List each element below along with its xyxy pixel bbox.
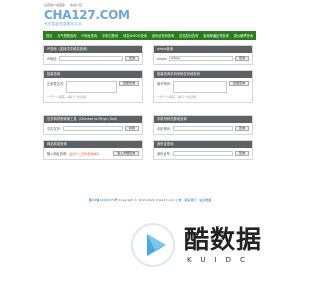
topbar-right-link[interactable]: 本站介绍 [70, 3, 82, 7]
batch-hint: 一行一个填写，每行一条记录 [47, 95, 87, 99]
idcard-query-button[interactable]: 查询 [234, 151, 249, 156]
footer: 蜀ICP备12003372号 Copyright © 2013-2021 Cha… [0, 198, 300, 202]
panel-title: 身份证查询 [154, 141, 252, 148]
topbar-left-link[interactable]: 设置客户收藏库 [44, 3, 65, 7]
site-index-label: 输入网址查询: [47, 152, 68, 156]
footer-copyright: Copyright © 2013-2021 Cha127.com [118, 198, 175, 202]
pinyin-convert-button[interactable]: 转换 [124, 126, 139, 131]
nav-item-weather[interactable]: 天气预报查询 [57, 33, 76, 38]
site-index-note: 最近十二月内查询排序 [69, 151, 100, 156]
phone-batch-button[interactable]: 批量查询 [228, 81, 249, 86]
watermark: 酷数据 KUIDC [130, 222, 262, 268]
whois-label: whois: [157, 56, 168, 61]
mobile-query-button[interactable]: 查询 [234, 126, 249, 131]
whois-query-panel: whois查询 whois: whois 查询 [153, 45, 253, 65]
mobile-input[interactable] [172, 126, 233, 131]
batch-textarea[interactable] [66, 81, 117, 93]
panel-title: 手机号码归属地查询 [154, 116, 252, 123]
site-index-panel: 网站收录查询 输入网址查询: 最近十二月内查询排序 进入详细查询 [43, 140, 143, 160]
panel-title: 批量查询 [44, 71, 142, 78]
nav-item-ip[interactable]: IP地址查询 [82, 33, 98, 38]
site-logo[interactable]: CHA127.COM 专业智能信息服务平台 [44, 9, 130, 27]
main-nav: 首页 天气预报查询 IP地址查询 手机归属地 域名WHOIS查询 身份证号码查询… [43, 31, 277, 40]
logo-subtitle: 专业智能信息服务平台 [44, 22, 82, 26]
panel-title: IP查询（支持中文域名查询） [44, 46, 142, 53]
ip-label: IP地址: [47, 57, 58, 61]
nav-item-code[interactable]: 代码转换工具 [258, 33, 277, 38]
ip-query-button[interactable]: 查询 [124, 56, 139, 61]
pinyin-panel: 汉字转拼音转换工具（Chinese to Pinyin Tool） 中文汉字: … [43, 115, 143, 135]
mobile-label: 手机号码: [157, 127, 171, 131]
logo-text: CHA127.COM [44, 8, 130, 22]
nav-item-home[interactable]: 首页 [46, 33, 52, 38]
panel-title: 网站收录查询 [44, 141, 142, 148]
mobile-query-panel: 手机号码归属地查询 手机号码: 查询 [153, 115, 253, 135]
ip-input[interactable] [59, 56, 123, 61]
idcard-input[interactable] [172, 151, 233, 156]
footer-icp-link[interactable]: 蜀ICP备12003372号 [89, 198, 118, 202]
panel-title: 汉字转拼音转换工具（Chinese to Pinyin Tool） [44, 116, 142, 123]
idcard-label: 身份证号: [157, 152, 171, 156]
top-bar: 设置客户收藏库 本站介绍 [44, 3, 86, 7]
panel-title: whois查询 [154, 46, 252, 53]
nav-item-whois[interactable]: 域名WHOIS查询 [123, 33, 147, 38]
batch-query-button[interactable]: 批量查询 [118, 81, 139, 86]
nav-item-idcard[interactable]: 身份证号码查询 [152, 33, 174, 38]
site-index-button[interactable]: 进入详细查询 [112, 151, 139, 156]
phone-batch-label: 填写号码: [157, 82, 171, 86]
pinyin-label: 中文汉字: [47, 127, 61, 131]
watermark-cn: 酷数据 [184, 225, 263, 254]
whois-input[interactable]: whois [169, 56, 233, 61]
batch-query-panel: 批量查询 正则表达式: 批量查询 一行一个填写，每行一条记录 [43, 70, 143, 103]
phone-batch-panel: 批量查询手机号码在何地查询 填写号码: 批量查询 一行一个填写，每行一条记录 [153, 70, 253, 103]
footer-links[interactable]: 公告 · 联系我们 · 站点地图 [176, 198, 212, 202]
play-logo-icon [130, 222, 176, 268]
batch-label: 正则表达式: [47, 82, 65, 86]
pinyin-input[interactable] [62, 126, 123, 131]
watermark-en: KUIDC [187, 256, 254, 264]
nav-item-names[interactable]: 姓名配对查询 [179, 33, 198, 38]
ip-query-panel: IP查询（支持中文域名查询） IP地址: 查询 [43, 45, 143, 65]
nav-item-postcode[interactable]: 各地邮编区号查询 [203, 33, 229, 38]
panel-title: 批量查询手机号码在何地查询 [154, 71, 252, 78]
nav-item-mobile[interactable]: 手机归属地 [102, 33, 118, 38]
whois-query-button[interactable]: 查询 [234, 56, 249, 61]
idcard-panel: 身份证查询 身份证号: 查询 [153, 140, 253, 160]
nav-item-dream[interactable]: 周公解梦查询 [234, 33, 253, 38]
phone-batch-textarea[interactable] [172, 81, 227, 93]
phone-batch-hint: 一行一个填写，每行一条记录 [157, 95, 197, 99]
